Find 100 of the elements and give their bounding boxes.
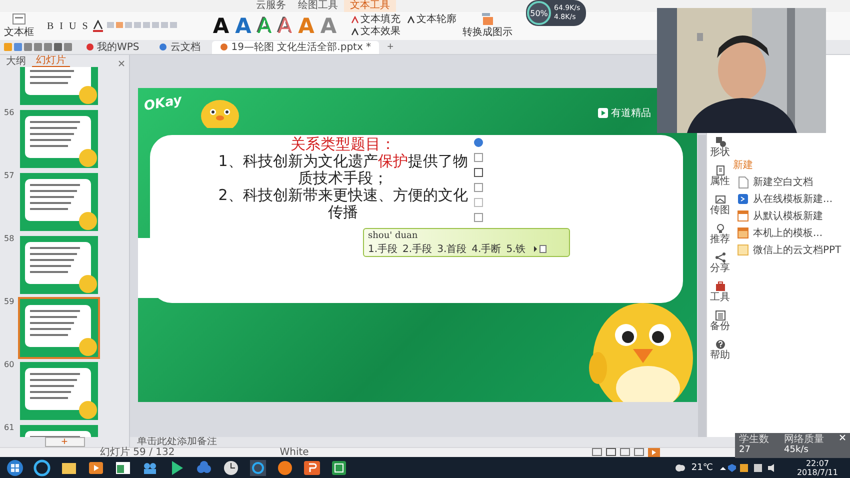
play-icon — [598, 108, 608, 118]
side-tool-button[interactable]: 推荐 — [710, 223, 730, 245]
new-document-option[interactable]: 新建空白文档 — [737, 175, 813, 189]
slide-thumbnail[interactable] — [18, 360, 100, 422]
slide-logo: OKay — [142, 92, 183, 114]
close-icon[interactable] — [118, 60, 125, 66]
brand-name: 有道精品 — [611, 106, 651, 120]
slide-number: 61 — [4, 423, 14, 432]
clock-icon[interactable] — [222, 458, 240, 476]
side-tool-button[interactable]: 备份 — [710, 310, 730, 332]
panel-tab[interactable]: 大纲 — [2, 56, 30, 66]
slide-thumbnail[interactable] — [18, 171, 100, 233]
network-speed: 45k/s — [784, 445, 810, 456]
add-slide-button[interactable]: + — [44, 437, 84, 447]
clock-time: 22:07 — [806, 458, 830, 468]
slideshow-icon[interactable] — [648, 448, 660, 457]
document-icon — [737, 244, 749, 256]
usage-meter[interactable]: 50% — [527, 1, 551, 25]
slide-preview-icon — [20, 362, 98, 420]
new-document-option[interactable]: 微信上的云文档PPT — [737, 243, 842, 257]
ribbon-tab[interactable]: 云服务 — [250, 0, 292, 12]
scroll-bar[interactable] — [698, 135, 706, 437]
share-icon — [714, 252, 726, 263]
presentation-app-icon[interactable] — [303, 458, 321, 476]
ime-candidate[interactable]: 4.手断 — [472, 242, 502, 256]
slide-title[interactable]: 关系类型题目： — [218, 136, 468, 153]
convert-button[interactable]: 转换成图示 — [462, 13, 513, 39]
new-document-option[interactable]: 从默认模板新建 — [737, 209, 823, 223]
slide-text[interactable]: 2、科技创新带来更快速、方便的文化传播 — [218, 187, 468, 221]
slide-preview-icon — [20, 299, 98, 357]
ime-candidate[interactable]: 1.手段 — [368, 242, 398, 256]
text-tool-button[interactable]: 文本效果 — [350, 26, 401, 38]
ime-candidate[interactable]: 3.首段 — [437, 242, 467, 256]
template-icon — [737, 226, 749, 240]
student-count: 27 — [739, 445, 752, 456]
slide-thumbnail[interactable] — [18, 108, 100, 170]
ribbon-tab[interactable]: 绘图工具 — [292, 0, 344, 12]
slide-preview-icon — [20, 236, 98, 294]
text-style-sample[interactable]: A — [235, 14, 252, 38]
shapes-icon — [714, 136, 726, 147]
side-tool-button[interactable]: 形状 — [710, 136, 730, 158]
browser-icon[interactable] — [33, 458, 51, 476]
side-tool-button[interactable]: 工具 — [710, 281, 730, 303]
ime-candidate[interactable]: 2.手段 — [402, 242, 432, 256]
template-icon — [737, 210, 749, 222]
template-icon — [737, 192, 749, 206]
font-color-icon[interactable] — [92, 20, 103, 32]
section-heading: 新建 — [733, 160, 754, 172]
text-box-button[interactable]: 文本框 — [4, 13, 34, 39]
document-icon — [714, 310, 726, 321]
network-label: 网络质量 — [784, 434, 825, 445]
new-document-option[interactable]: 本机上的模板... — [737, 226, 823, 240]
slide-text[interactable]: 1、科技创新为文化遗产保护提供了物质技术手段； — [218, 153, 468, 187]
quick-access-icon[interactable] — [4, 42, 74, 52]
document-icon — [714, 165, 726, 176]
temperature: 21℃ — [691, 462, 713, 472]
slide-number: 58 — [4, 234, 14, 243]
slide-number: 56 — [4, 108, 14, 117]
new-document-option[interactable]: 从在线模板新建... — [737, 192, 833, 206]
start-button[interactable] — [6, 458, 24, 476]
document-tab[interactable]: 云文档 — [151, 40, 208, 54]
slide-counter: 幻灯片 59 / 132 — [100, 448, 175, 458]
format-button[interactable]: I — [58, 20, 64, 32]
side-tool-button[interactable]: 属性 — [710, 165, 730, 187]
image-icon — [714, 194, 726, 205]
side-tool-button[interactable]: 传图 — [710, 194, 730, 216]
slide-thumbnail[interactable] — [18, 297, 100, 359]
diagram-icon — [482, 13, 494, 25]
system-clock[interactable]: 22:07 2018/7/11 — [796, 458, 838, 476]
document-tab[interactable]: 19—轮图 文化生活全部.pptx * — [212, 40, 380, 54]
slide-preview-icon — [20, 110, 98, 168]
document-tab[interactable]: 我的WPS — [78, 40, 148, 54]
theme-name: White — [280, 448, 309, 458]
spreadsheet-app-icon[interactable] — [330, 458, 348, 476]
slide-preview-icon — [20, 173, 98, 231]
weather-icon[interactable] — [674, 462, 686, 472]
side-tool-button[interactable]: 帮助 — [710, 339, 730, 361]
tab-icon — [86, 43, 94, 51]
blank-document-icon — [737, 176, 749, 188]
slide-thumbnail[interactable] — [18, 234, 100, 296]
lightbulb-icon — [714, 223, 726, 234]
new-tab-button[interactable]: + — [383, 41, 398, 53]
students-label: 学生数 — [739, 434, 770, 445]
format-button[interactable]: S — [81, 20, 89, 32]
text-tool-button[interactable]: 文本轮廓 — [406, 14, 457, 26]
format-button[interactable]: U — [68, 20, 78, 32]
text-style-sample[interactable]: A — [212, 14, 230, 38]
tab-icon — [159, 43, 168, 51]
slide-number: 57 — [4, 171, 14, 180]
toolbox-icon — [714, 281, 726, 292]
letter-a-icon — [406, 16, 415, 24]
help-icon — [714, 339, 726, 350]
clock-date: 2018/7/11 — [796, 468, 838, 476]
slide-number: 59 — [4, 297, 14, 306]
tab-icon — [220, 43, 228, 51]
side-tool-button[interactable]: 分享 — [710, 252, 730, 274]
slide-number: 60 — [4, 360, 14, 369]
format-button[interactable]: B — [46, 20, 55, 32]
ime-candidate[interactable]: 5.铁 — [506, 242, 526, 256]
text-tool-button[interactable]: 文本填充 — [350, 14, 401, 26]
